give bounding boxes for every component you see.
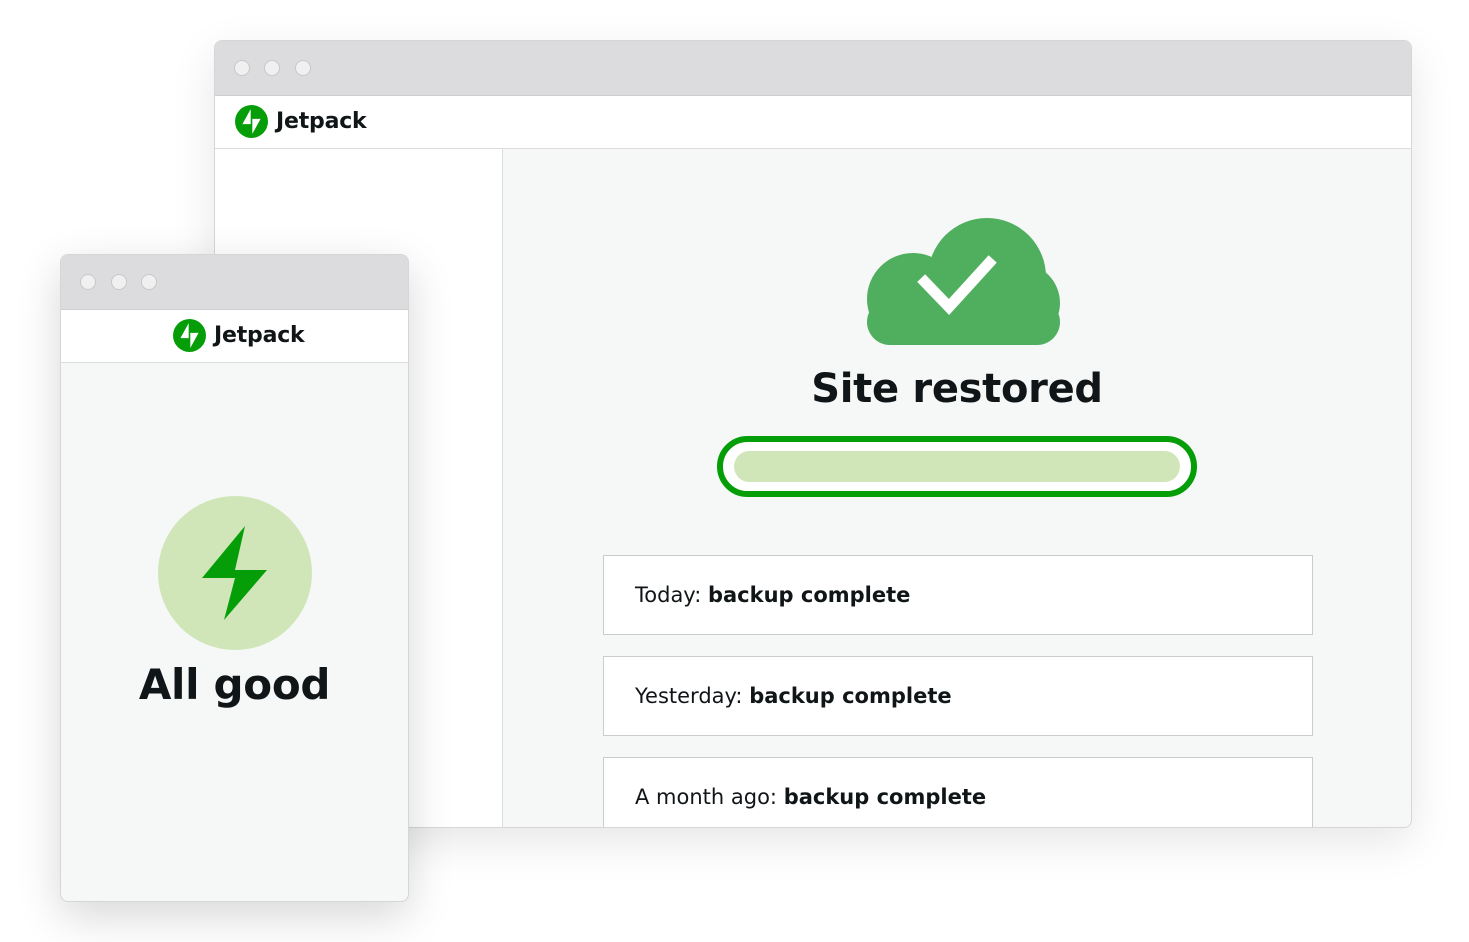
mobile-jetpack-logo[interactable]: Jetpack xyxy=(173,319,305,352)
backup-list: Today: backup complete Yesterday: backup … xyxy=(603,555,1313,827)
window-close-dot[interactable] xyxy=(234,60,250,76)
mobile-app-header: Jetpack xyxy=(61,310,408,363)
desktop-titlebar xyxy=(215,41,1411,96)
mobile-titlebar xyxy=(61,255,408,310)
backup-card[interactable]: Yesterday: backup complete xyxy=(603,656,1313,736)
desktop-app-header: Jetpack xyxy=(215,96,1411,149)
backup-status-label: backup complete xyxy=(707,583,911,607)
jetpack-logo-icon xyxy=(235,105,268,138)
window-maximize-dot[interactable] xyxy=(141,274,157,290)
window-minimize-dot[interactable] xyxy=(264,60,280,76)
backup-status-label: backup complete xyxy=(783,785,987,809)
desktop-logo-text: Jetpack xyxy=(276,109,367,134)
cloud-check-icon xyxy=(859,207,1060,349)
jetpack-logo-icon xyxy=(173,319,206,352)
window-maximize-dot[interactable] xyxy=(295,60,311,76)
backup-card[interactable]: A month ago: backup complete xyxy=(603,757,1313,827)
lightning-bolt-icon xyxy=(158,496,312,654)
backup-card[interactable]: Today: backup complete xyxy=(603,555,1313,635)
backup-status-label: backup complete xyxy=(749,684,952,708)
desktop-main-panel: Site restored Today: backup complete Yest… xyxy=(503,149,1411,827)
restore-progress-fill xyxy=(734,451,1180,482)
mobile-browser-window: Jetpack All good xyxy=(60,254,409,902)
window-minimize-dot[interactable] xyxy=(111,274,127,290)
page-title: Site restored xyxy=(811,366,1103,412)
mobile-logo-text: Jetpack xyxy=(214,323,305,348)
backup-time-label: Yesterday: xyxy=(635,684,743,708)
window-close-dot[interactable] xyxy=(80,274,96,290)
backup-time-label: Today: xyxy=(635,583,702,607)
restore-progress-bar xyxy=(717,436,1197,497)
desktop-jetpack-logo[interactable]: Jetpack xyxy=(235,105,367,138)
mobile-status-title: All good xyxy=(138,660,331,709)
backup-time-label: A month ago: xyxy=(635,785,777,809)
